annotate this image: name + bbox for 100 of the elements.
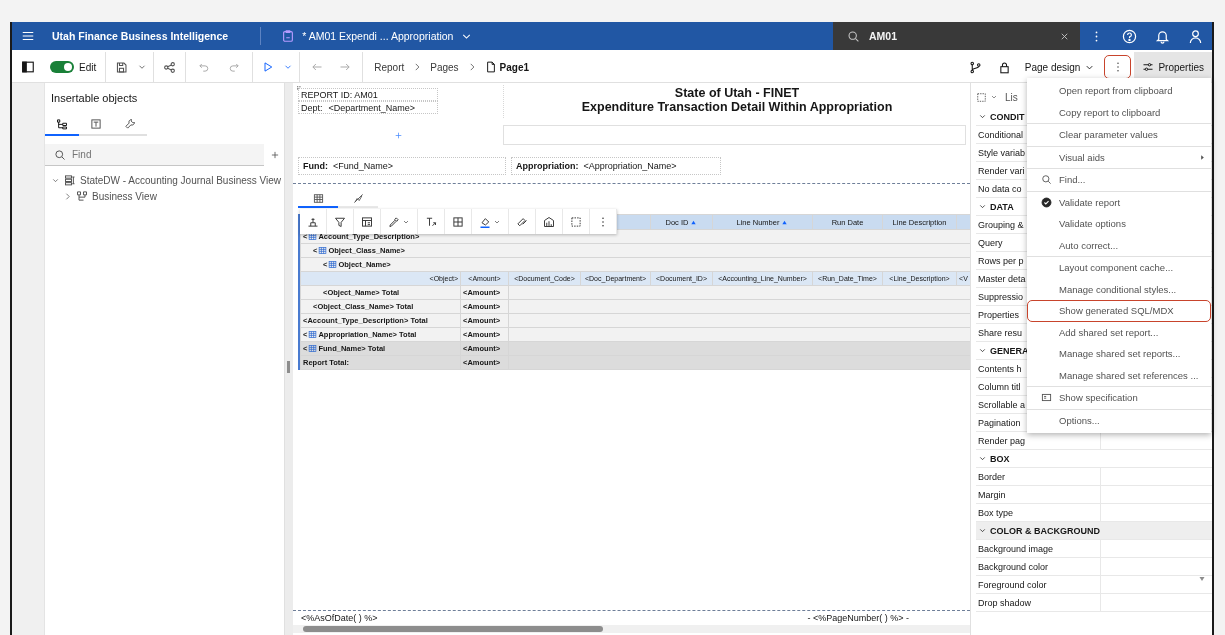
property-name[interactable]: Background color — [976, 558, 1101, 575]
menu-item[interactable]: Clear parameter values — [1027, 124, 1211, 146]
menu-item[interactable]: Validate options — [1027, 213, 1211, 235]
plus-icon — [270, 150, 280, 160]
summary-button[interactable] — [354, 209, 381, 234]
wrench-icon — [124, 118, 136, 130]
app-title: Utah Finance Business Intelligence — [52, 30, 229, 42]
list-icon — [308, 330, 318, 339]
resize-handle[interactable] — [287, 361, 290, 373]
redo-icon — [228, 61, 241, 73]
object-type-label: Lis — [1005, 91, 1018, 103]
breadcrumb-link[interactable]: Pages — [430, 61, 459, 73]
selection-icon — [570, 215, 582, 228]
summary-icon — [361, 215, 373, 228]
share-icon — [163, 60, 177, 74]
chevron-down-icon — [978, 346, 987, 355]
menu-item[interactable]: Validate report — [1027, 191, 1211, 213]
search-icon — [1040, 174, 1052, 186]
footer-text: <%AsOfDate( ) %> — [301, 613, 378, 623]
side-panel-icon — [21, 60, 35, 74]
menu-item[interactable]: Find... — [1027, 169, 1211, 191]
search-field[interactable]: Find — [45, 144, 264, 166]
arrow-right-icon — [339, 61, 352, 73]
tree-item[interactable]: StateDW - Accounting Journal Business View — [80, 174, 282, 186]
user-icon — [1188, 28, 1203, 44]
hierarchy-icon — [76, 190, 88, 202]
menu-item[interactable]: Manage conditional styles... — [1027, 278, 1211, 300]
menu-item[interactable]: Auto correct... — [1027, 234, 1211, 256]
building-button[interactable] — [536, 209, 563, 234]
hierarchy-icon — [56, 118, 68, 130]
chevron-down-icon — [978, 112, 987, 121]
report-id: REPORT ID: AM01 — [298, 88, 438, 101]
sliders-icon — [1142, 61, 1155, 73]
section-header[interactable]: BOX — [976, 450, 1212, 468]
text-box-icon — [90, 118, 102, 130]
report-title: State of Utah - FINET — [674, 86, 800, 100]
menu-item[interactable]: Show generated SQL/MDX — [1027, 300, 1211, 322]
chart-icon — [352, 192, 364, 204]
list-icon — [318, 246, 328, 255]
property-name[interactable]: Foreground color — [976, 576, 1101, 593]
edit-label: Edit — [79, 61, 97, 73]
field-value: <Department_Name> — [328, 102, 416, 113]
document-icon — [1040, 392, 1052, 404]
property-name[interactable]: Border — [976, 468, 1101, 485]
chevron-right-icon[interactable] — [63, 191, 72, 201]
menu-item[interactable]: Copy report to clipboard — [1027, 101, 1211, 123]
menu-item[interactable]: Options... — [1027, 409, 1211, 431]
text-style-button[interactable] — [418, 209, 445, 234]
menu-item[interactable]: Open report from clipboard — [1027, 80, 1211, 102]
field-value: <Appropriation_Name> — [583, 161, 677, 171]
submenu-caret-icon — [1199, 153, 1206, 161]
scroll-arrow-icon[interactable] — [1198, 575, 1206, 583]
menu-item[interactable]: Manage shared set references ... — [1027, 364, 1211, 386]
edit-toggle[interactable] — [50, 61, 74, 73]
panel-title: Insertable objects — [51, 92, 139, 104]
branch-icon — [968, 60, 982, 74]
field-label: Appropriation: — [516, 161, 579, 171]
chevron-right-glyph — [63, 191, 72, 201]
clipboard-icon — [281, 29, 296, 43]
grip-icon — [296, 85, 303, 92]
search-icon — [847, 29, 860, 43]
data-source-icon — [64, 174, 76, 186]
search-icon — [54, 149, 66, 161]
undo-icon — [198, 61, 211, 73]
search-field[interactable]: AM01 — [833, 22, 1080, 50]
property-name[interactable]: Drop shadow — [976, 594, 1101, 611]
chevron-down-icon — [990, 93, 998, 101]
property-name[interactable]: Margin — [976, 486, 1101, 503]
filter-button[interactable] — [327, 209, 354, 234]
chevron-down-icon — [978, 454, 987, 463]
text-style-icon — [425, 215, 437, 228]
chevron-down-icon — [978, 202, 987, 211]
horizontal-scrollbar[interactable] — [293, 625, 970, 633]
breadcrumb-link[interactable]: Page1 — [499, 61, 530, 73]
field-label: Dept: — [301, 102, 323, 113]
menu-item[interactable]: Visual aids — [1027, 146, 1211, 168]
list-icon — [308, 344, 318, 353]
menu-item[interactable]: Manage shared set reports... — [1027, 343, 1211, 365]
chevron-down-icon — [978, 526, 987, 535]
property-name[interactable]: Background image — [976, 540, 1101, 557]
menu-item[interactable]: Layout component cache... — [1027, 257, 1211, 279]
tree-item[interactable]: Business View — [92, 190, 157, 202]
plus-icon[interactable] — [393, 130, 403, 140]
section-header[interactable]: COLOR & BACKGROUND — [976, 522, 1212, 540]
eyedropper-icon — [388, 215, 400, 228]
property-name[interactable]: Box type — [976, 504, 1101, 521]
borders-button[interactable] — [445, 209, 472, 234]
menu-item[interactable]: Add shared set report... — [1027, 321, 1211, 343]
footer-text: - <%PageNumber( ) %> - — [807, 613, 910, 623]
group-icon — [307, 215, 319, 228]
save-icon — [115, 60, 129, 74]
arrow-left-icon — [311, 61, 324, 73]
fill-button[interactable] — [472, 209, 509, 234]
lock-icon — [997, 60, 1011, 74]
report-subtitle: Expenditure Transaction Detail Within Appropriation — [581, 100, 893, 114]
view-dropdown[interactable]: Page design — [1018, 52, 1102, 82]
menu-item[interactable]: Show specification — [1027, 387, 1211, 409]
breadcrumb-link[interactable]: Report — [374, 61, 405, 73]
document-tab[interactable]: * AM01 Expendi ... Appropriation — [275, 29, 480, 43]
group-button[interactable] — [300, 209, 327, 234]
